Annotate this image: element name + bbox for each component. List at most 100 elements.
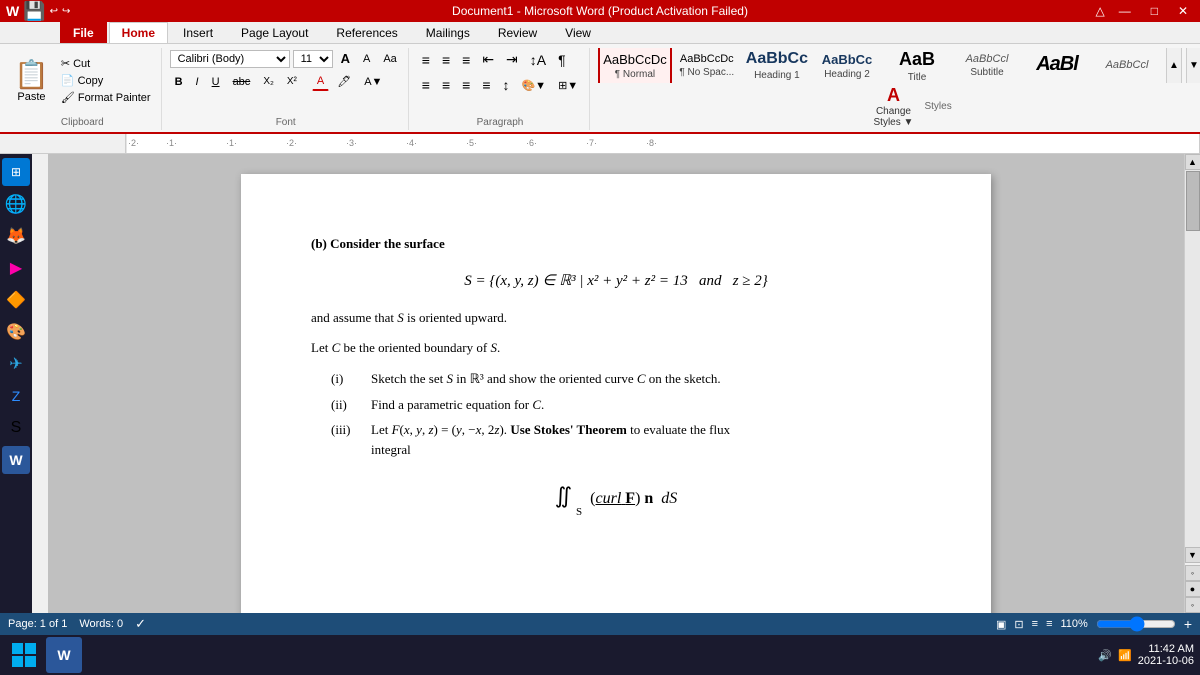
subscript-button[interactable]: X₂ [258,73,279,90]
grow-font-button[interactable]: A [336,48,355,69]
view-full-icon[interactable]: ⊡ [1014,618,1023,631]
zoom-icon[interactable]: Z [2,382,30,410]
title-bar-controls: △ — □ ✕ [1095,4,1194,18]
style-no-spacing[interactable]: AaBbCcDc ¶ No Spac... [672,48,742,83]
svg-text:·2·: ·2· [286,138,297,148]
style-heading2[interactable]: AaBbCc Heading 2 [812,48,882,83]
paste-label: Paste [17,91,45,103]
align-right-button[interactable]: ≡ [457,74,475,96]
format-painter-button[interactable]: 🖌 Format Painter [57,90,155,105]
styles-scroll-down[interactable]: ▼ [1186,48,1200,83]
network-icon[interactable]: 📶 [1118,649,1132,662]
document-area[interactable]: (b) Consider the surface S = {(x, y, z) … [48,154,1184,613]
media-icon[interactable]: ▶ [2,254,30,282]
item-num-1: (i) [331,369,371,389]
multilevel-button[interactable]: ≡ [457,48,475,71]
minimize-button[interactable]: — [1113,4,1137,18]
windows-icon[interactable]: ⊞ [2,158,30,186]
help-icon[interactable]: △ [1095,4,1104,18]
bold-button[interactable]: B [170,73,188,91]
view-print-icon[interactable]: ▣ [996,618,1006,631]
edge-icon[interactable]: 🌐 [2,190,30,218]
firefox-icon[interactable]: 🦊 [2,222,30,250]
clear-format-button[interactable]: Aa [378,50,401,68]
format-painter-label: Format Painter [78,92,151,104]
start-button[interactable] [6,637,42,673]
math-set-text: S = {(x, y, z) ∈ ℝ³ | x² + y² + z² = 13 … [464,273,768,289]
section-label-text: (b) Consider the surface [311,236,445,251]
paste-button[interactable]: 📋 Paste [10,56,53,105]
taskbar-word[interactable]: W [46,637,82,673]
style-strong[interactable]: AaBl [1022,48,1092,83]
taskbar-clock: 11:42 AM 2021-10-06 [1138,643,1194,667]
maximize-button[interactable]: □ [1145,4,1164,18]
styles-scroll-up[interactable]: ▲ [1166,48,1182,83]
style-emphasis[interactable]: AaBbCcl [1092,48,1162,83]
underline-button[interactable]: U [207,73,225,91]
tab-insert[interactable]: Insert [170,22,226,43]
italic-button[interactable]: I [191,73,204,91]
shading-button[interactable]: 🎨▼ [516,74,551,96]
justify-button[interactable]: ≡ [477,74,495,96]
align-center-button[interactable]: ≡ [437,74,455,96]
telegram-icon[interactable]: ✈ [2,350,30,378]
title-bar: W 💾 ↩ ↪ Document1 - Microsoft Word (Prod… [0,0,1200,22]
superscript-button[interactable]: X² [282,73,302,90]
paint-icon[interactable]: 🎨 [2,318,30,346]
zoom-in-icon[interactable]: + [1184,616,1192,632]
view-web-icon[interactable]: ≡ [1032,618,1038,630]
text-color-button[interactable]: A▼ [359,73,387,91]
style-normal[interactable]: AaBbCcDc ¶ Normal [598,48,672,83]
word-taskbar-icon[interactable]: W [2,446,30,474]
scroll-down-button[interactable]: ▼ [1185,547,1200,563]
sort-button[interactable]: ↕A [525,48,551,71]
cut-button[interactable]: ✂ Cut [57,56,155,71]
change-styles-button[interactable]: A ChangeStyles ▼ [868,83,918,130]
font-name-select[interactable]: Calibri (Body) [170,50,290,68]
copy-button[interactable]: 📄 Copy [57,73,155,88]
speaker-icon[interactable]: 🔊 [1098,649,1112,662]
tab-view[interactable]: View [552,22,604,43]
style-heading1[interactable]: AaBbCc Heading 1 [742,48,812,83]
borders-button[interactable]: ⊞▼ [553,74,583,96]
scroll-thumb[interactable] [1186,171,1200,231]
slack-icon[interactable]: S [2,414,30,442]
vlc-icon[interactable]: 🔶 [2,286,30,314]
style-title[interactable]: AaB Title [882,48,952,83]
view-outline-icon[interactable]: ≡ [1046,618,1052,630]
bullets-button[interactable]: ≡ [417,48,435,71]
shrink-font-button[interactable]: A [358,50,375,68]
show-formatting-button[interactable]: ¶ [553,48,571,71]
ribbon-tabs: File Home Insert Page Layout References … [0,22,1200,44]
style-subtitle[interactable]: AaBbCcl Subtitle [952,48,1022,83]
align-left-button[interactable]: ≡ [417,74,435,96]
zoom-slider[interactable] [1096,618,1176,630]
svg-text:·7·: ·7· [586,138,597,148]
line-spacing-button[interactable]: ↕ [497,74,514,96]
highlight-button[interactable]: 🖊 [332,72,356,91]
tab-file[interactable]: File [60,22,107,43]
tab-page-layout[interactable]: Page Layout [228,22,321,43]
font-color-button[interactable]: A [312,72,329,91]
style-heading2-label: Heading 2 [824,69,870,80]
nav-select-button[interactable]: ● [1185,581,1200,597]
ribbon-toolbar: 📋 Paste ✂ Cut 📄 Copy 🖌 Format Painter Cl… [0,44,1200,134]
item-text-3: Let F(x, y, z) = (y, −x, 2z). Use Stokes… [371,420,730,440]
scroll-up-button[interactable]: ▲ [1185,154,1200,170]
increase-indent-button[interactable]: ⇥ [501,48,523,71]
title-bar-left: W 💾 ↩ ↪ [6,1,70,22]
font-size-select[interactable]: 11 [293,50,333,68]
v-ruler-svg [32,154,48,613]
decrease-indent-button[interactable]: ⇤ [477,48,499,71]
tab-references[interactable]: References [323,22,410,43]
close-button[interactable]: ✕ [1172,4,1194,18]
tab-mailings[interactable]: Mailings [413,22,483,43]
style-heading2-preview: AaBbCc [822,52,873,67]
tab-review[interactable]: Review [485,22,550,43]
status-right: ▣ ⊡ ≡ ≡ 110% + [996,616,1192,632]
tab-home[interactable]: Home [109,22,168,43]
nav-down-button[interactable]: ◦ [1185,597,1200,613]
numbering-button[interactable]: ≡ [437,48,455,71]
nav-up-button[interactable]: ◦ [1185,565,1200,581]
strikethrough-button[interactable]: abc [228,73,256,91]
